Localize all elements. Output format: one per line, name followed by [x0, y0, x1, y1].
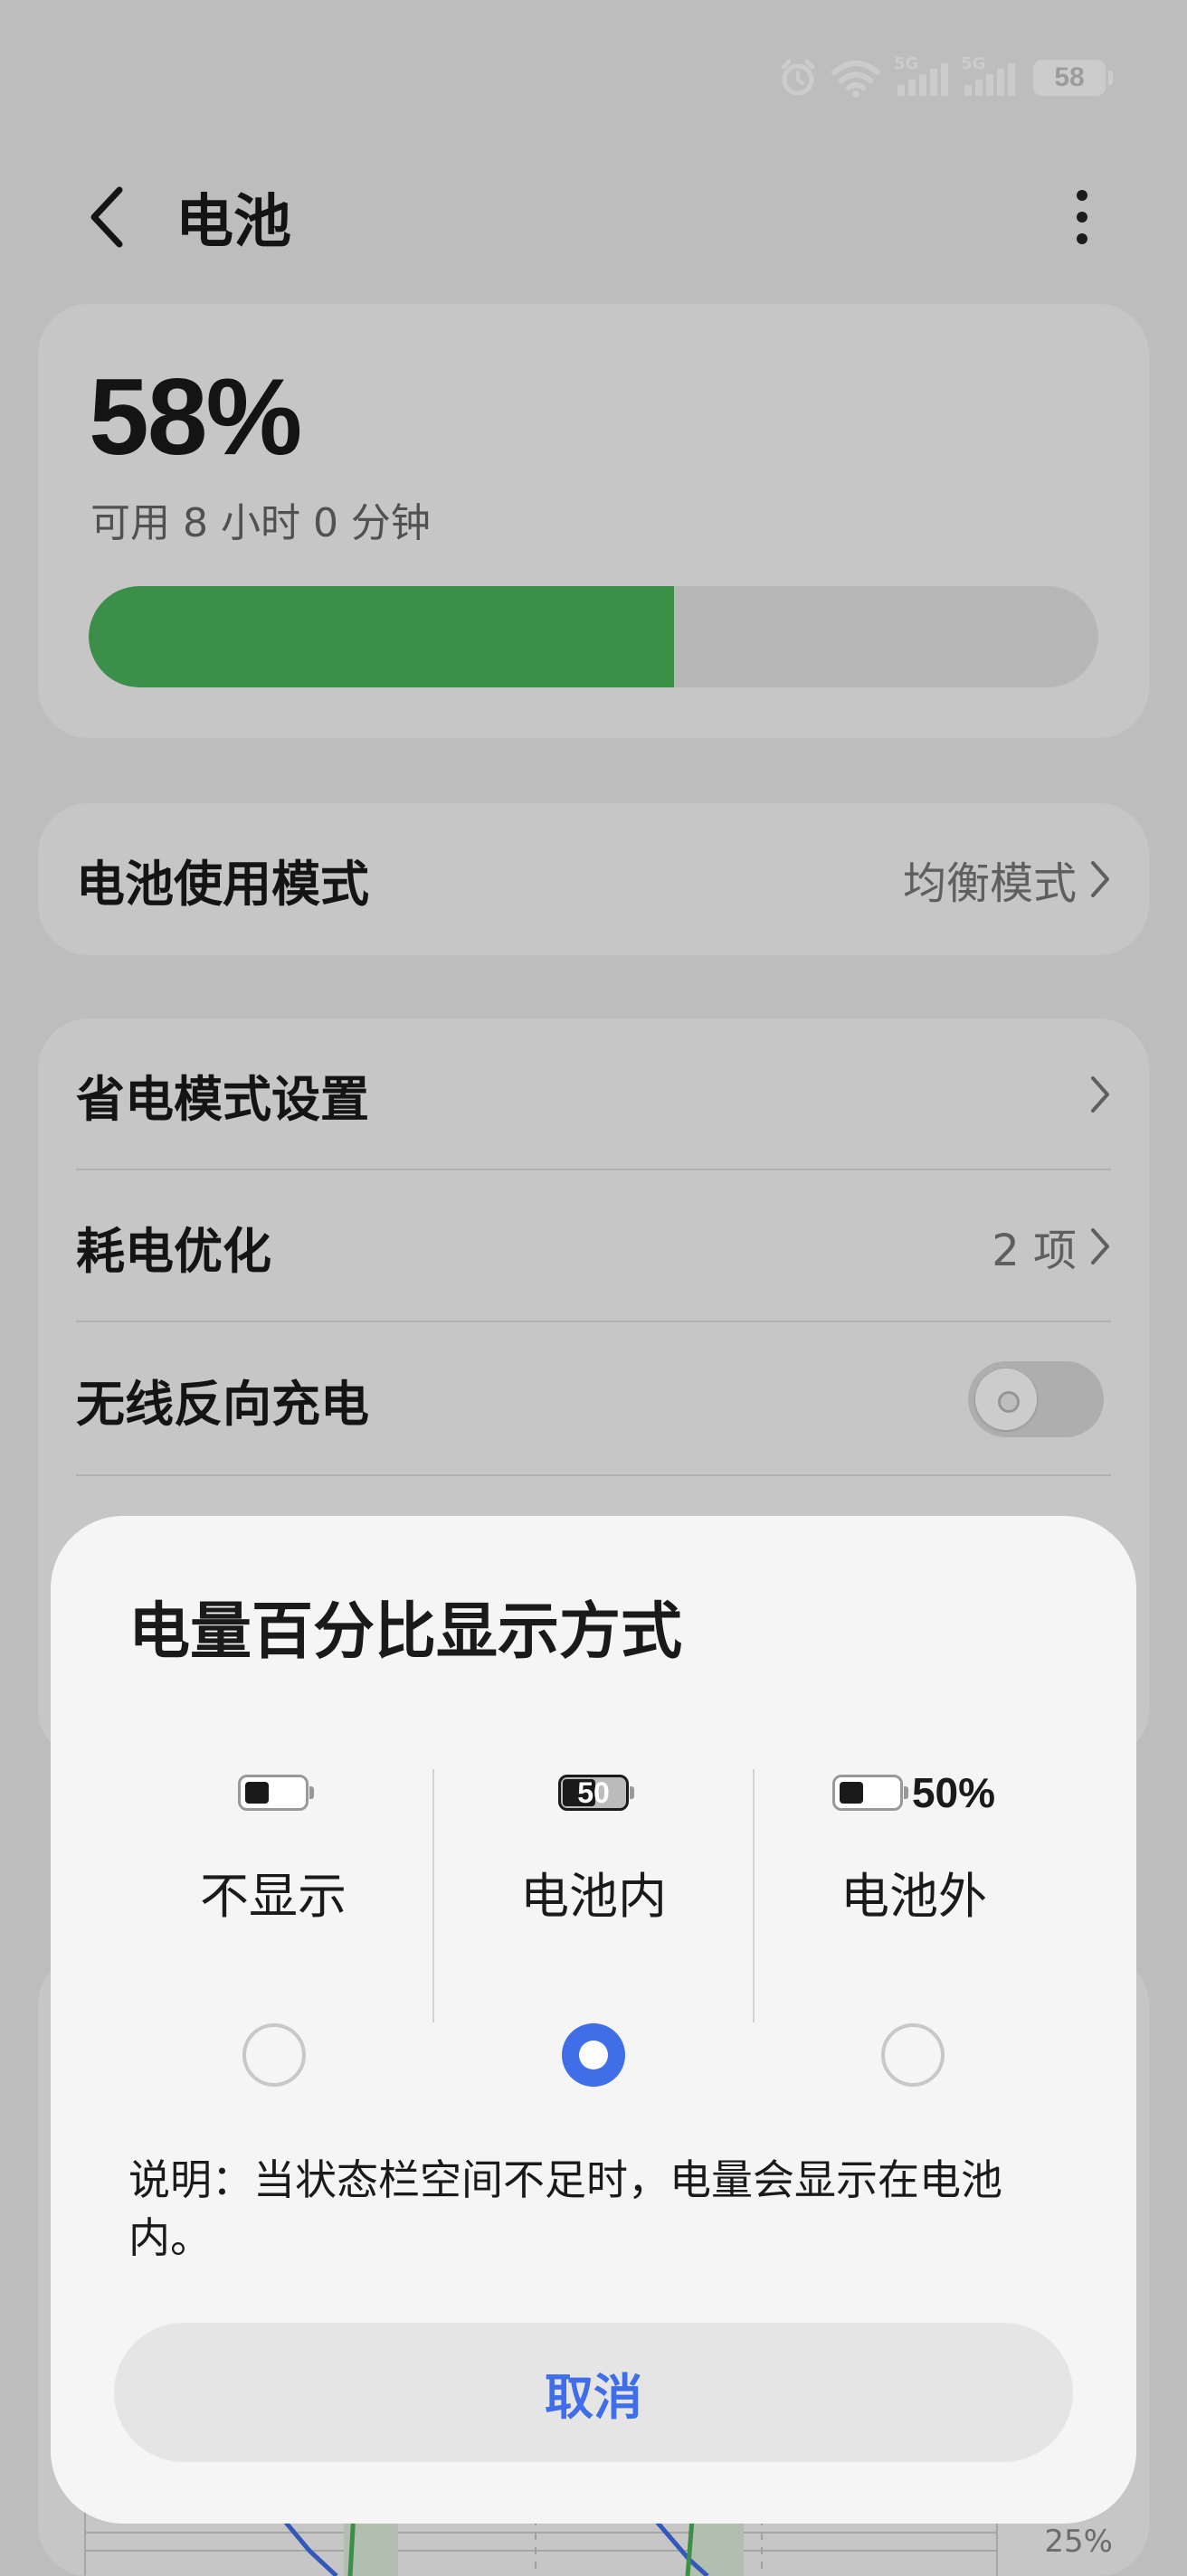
option-label: 电池外 [840, 1868, 987, 1925]
preview-percent-text: 50 [577, 1776, 610, 1809]
radio-inside[interactable] [561, 2023, 625, 2087]
option-label: 电池内 [520, 1868, 667, 1925]
percent-display-dialog: 电量百分比显示方式 不显示 50 电池内 50% 电池外 说明：当状态栏空间不足… [51, 1516, 1136, 2524]
dialog-title: 电量百分比显示方式 [128, 1596, 683, 1668]
radio-outside[interactable] [881, 2023, 945, 2087]
dialog-note: 说明：当状态栏空间不足时，电量会显示在电池内。 [128, 2155, 1002, 2262]
option-label: 不显示 [200, 1868, 347, 1925]
option-hidden[interactable]: 不显示 [114, 1769, 432, 2022]
radio-hidden[interactable] [242, 2023, 306, 2087]
option-inside[interactable]: 50 电池内 [432, 1769, 753, 2022]
preview-percent-text: 50% [911, 1769, 996, 1816]
cancel-button[interactable]: 取消 [114, 2323, 1073, 2462]
battery-percent-inside-icon: 50 [434, 1766, 753, 1820]
option-radios [114, 2019, 1073, 2091]
battery-percent-outside-icon: 50% [755, 1766, 1073, 1820]
display-options: 不显示 50 电池内 50% 电池外 [114, 1769, 1073, 2022]
battery-settings-screen: 5G 5G 58 电池 58% 可用 8 小时 0 分钟 电池使用模式 均衡模式… [0, 0, 1187, 2576]
battery-no-percent-icon [114, 1766, 432, 1820]
option-outside[interactable]: 50% 电池外 [753, 1769, 1073, 2022]
